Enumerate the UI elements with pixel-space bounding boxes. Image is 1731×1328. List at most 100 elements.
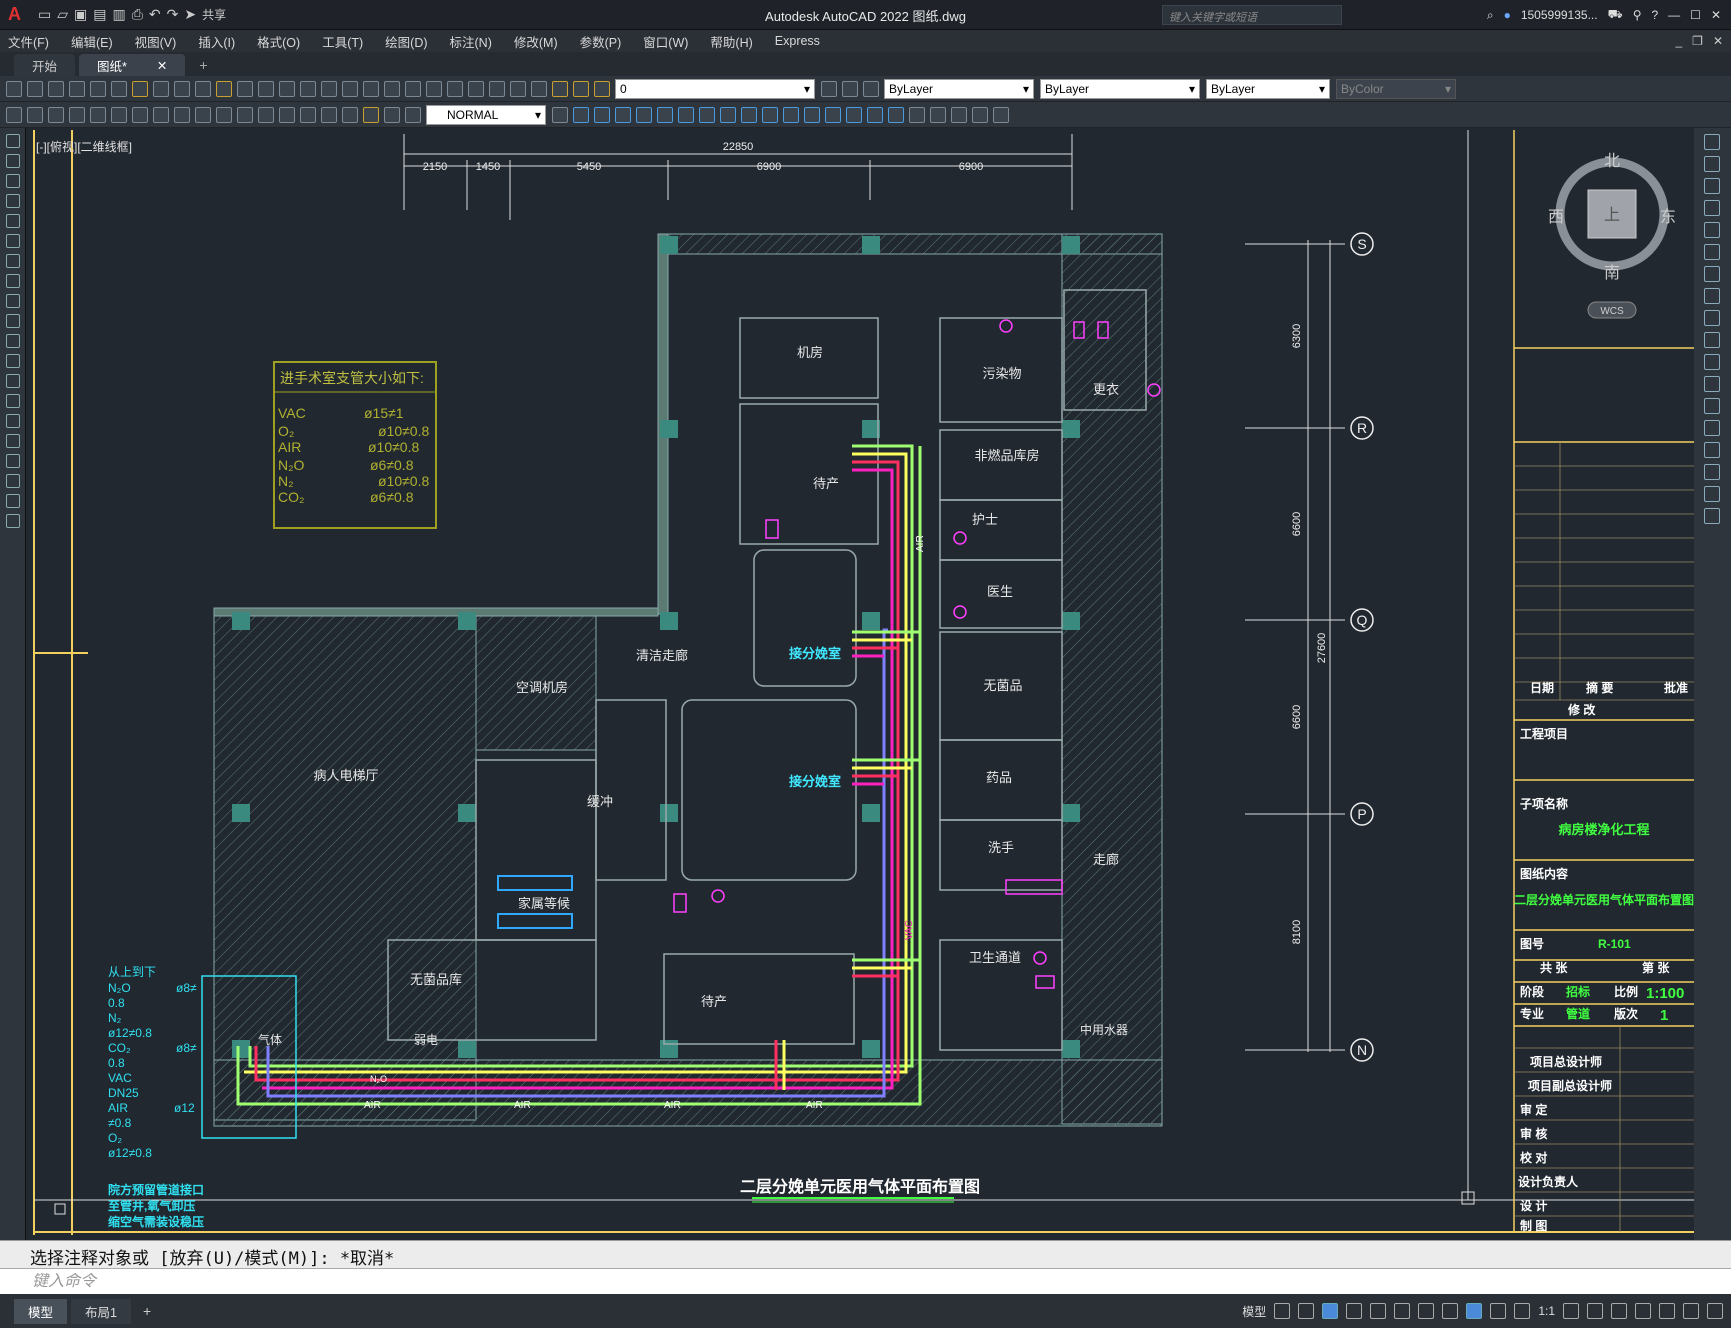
dim-diameter-icon[interactable] xyxy=(132,106,148,123)
erase-icon[interactable] xyxy=(573,106,589,123)
dimstyle-dropdown[interactable]: NORMAL ▾ xyxy=(426,104,546,125)
break-icon[interactable] xyxy=(1704,398,1720,414)
point-icon[interactable] xyxy=(6,394,20,408)
model-space-button[interactable]: 模型 xyxy=(1242,1303,1266,1320)
dim-text-edit-icon[interactable] xyxy=(384,106,400,123)
line-icon[interactable] xyxy=(6,134,20,148)
layer-previous-icon[interactable] xyxy=(863,80,879,97)
move-icon[interactable] xyxy=(678,106,694,123)
undo-icon[interactable] xyxy=(258,80,274,97)
tab-drawing[interactable]: 图纸* ✕ xyxy=(79,54,186,76)
menu-file[interactable]: 文件(F) xyxy=(8,32,49,51)
minimize-button[interactable]: — xyxy=(1668,8,1680,22)
open-icon[interactable]: ▱ xyxy=(57,6,68,23)
user-name[interactable]: 1505999135... xyxy=(1521,8,1598,22)
save-icon[interactable] xyxy=(48,80,64,97)
saveas-icon[interactable]: ▤ xyxy=(93,6,106,23)
menu-parametric[interactable]: 参数(P) xyxy=(580,32,622,51)
dim-space-icon[interactable] xyxy=(237,106,253,123)
menu-express[interactable]: Express xyxy=(775,34,820,48)
tab-layout1[interactable]: 布局1 xyxy=(71,1298,131,1324)
xref-icon[interactable] xyxy=(972,106,988,123)
match-prop-icon[interactable] xyxy=(216,80,232,97)
spline-icon[interactable] xyxy=(6,294,20,308)
array-icon[interactable] xyxy=(657,106,673,123)
make-block-icon[interactable] xyxy=(6,374,20,388)
layer-properties-icon[interactable] xyxy=(531,80,547,97)
properties-icon[interactable] xyxy=(384,80,400,97)
chamfer-icon[interactable] xyxy=(1704,442,1720,458)
tool-palettes-icon[interactable] xyxy=(426,80,442,97)
table-icon[interactable] xyxy=(6,474,20,488)
app-store-icon[interactable]: ⚲ xyxy=(1633,8,1642,22)
viewcube-south[interactable]: 南 xyxy=(1604,264,1620,282)
new-icon[interactable]: ▭ xyxy=(38,6,51,23)
preview-icon[interactable] xyxy=(90,80,106,97)
block-editor-icon[interactable] xyxy=(237,80,253,97)
menu-help[interactable]: 帮助(H) xyxy=(710,32,752,51)
lineweight-icon[interactable] xyxy=(1442,1303,1459,1319)
dim-radius-icon[interactable] xyxy=(90,106,106,123)
plus-icon[interactable] xyxy=(1587,1303,1603,1319)
viewcube-west[interactable]: 西 xyxy=(1548,209,1564,226)
open-icon[interactable] xyxy=(27,80,43,97)
stretch-icon[interactable] xyxy=(741,106,757,123)
plot-icon[interactable] xyxy=(69,80,85,97)
offset-icon[interactable] xyxy=(636,106,652,123)
menu-dimension[interactable]: 标注(N) xyxy=(450,32,492,51)
layer-on-icon[interactable] xyxy=(552,80,568,97)
grid-icon[interactable] xyxy=(1274,1303,1291,1319)
redo-icon[interactable] xyxy=(279,80,295,97)
calculator-icon[interactable] xyxy=(489,80,505,97)
viewcube-north[interactable]: 北 xyxy=(1604,152,1620,170)
trim-icon[interactable] xyxy=(1704,332,1720,348)
rotate-icon[interactable] xyxy=(1704,266,1720,282)
command-input[interactable] xyxy=(32,1272,832,1291)
polygon-icon[interactable] xyxy=(6,194,20,208)
copy-object-icon[interactable] xyxy=(594,106,610,123)
revcloud-icon[interactable] xyxy=(6,274,20,288)
chamfer-icon[interactable] xyxy=(846,106,862,123)
isolate-objects-icon[interactable] xyxy=(1659,1303,1675,1319)
make-block-icon[interactable] xyxy=(930,106,946,123)
erase-icon[interactable] xyxy=(1704,134,1720,150)
make-current-icon[interactable] xyxy=(821,80,837,97)
layer-dropdown[interactable]: 0 ▾ xyxy=(615,78,815,99)
viewcube-top[interactable]: 上 xyxy=(1604,206,1620,224)
auto-scale-icon[interactable] xyxy=(1490,1303,1507,1319)
viewport-controls[interactable]: [-][俯视][二维线框] xyxy=(36,138,132,155)
search-icon[interactable]: ⌕ xyxy=(1487,8,1494,23)
ortho-icon[interactable] xyxy=(1322,1303,1339,1319)
scale-icon[interactable] xyxy=(720,106,736,123)
scale-icon[interactable] xyxy=(1704,288,1720,304)
explode-icon[interactable] xyxy=(888,106,904,123)
construction-line-icon[interactable] xyxy=(6,154,20,168)
markup-icon[interactable] xyxy=(468,80,484,97)
trim-icon[interactable] xyxy=(762,106,778,123)
inspection-icon[interactable] xyxy=(321,106,337,123)
jogged-linear-icon[interactable] xyxy=(342,106,358,123)
zoom-realtime-icon[interactable] xyxy=(321,80,337,97)
layer-match-icon[interactable] xyxy=(842,80,858,97)
units-icon[interactable] xyxy=(1611,1303,1627,1319)
blend-icon[interactable] xyxy=(1704,486,1720,502)
arc-icon[interactable] xyxy=(6,234,20,248)
tolerance-icon[interactable] xyxy=(279,106,295,123)
dim-style-icon[interactable] xyxy=(552,106,568,123)
insert-block-icon[interactable] xyxy=(6,354,20,368)
menu-view[interactable]: 视图(V) xyxy=(135,32,177,51)
plotstyle-dropdown[interactable]: ByColor ▾ xyxy=(1336,78,1456,99)
web-open-icon[interactable]: ▥ xyxy=(112,6,125,23)
object-snap-tracking-icon[interactable] xyxy=(1394,1303,1411,1319)
annotation-scale-icon[interactable] xyxy=(1514,1303,1531,1319)
ellipse-icon[interactable] xyxy=(6,314,20,328)
move-icon[interactable] xyxy=(1704,244,1720,260)
break-icon[interactable] xyxy=(804,106,820,123)
rectangle-icon[interactable] xyxy=(6,214,20,228)
offset-icon[interactable] xyxy=(1704,200,1720,216)
copy-icon[interactable] xyxy=(174,80,190,97)
dim-linear-icon[interactable] xyxy=(6,106,22,123)
stretch-icon[interactable] xyxy=(1704,310,1720,326)
dim-continue-icon[interactable] xyxy=(216,106,232,123)
rotate-icon[interactable] xyxy=(699,106,715,123)
